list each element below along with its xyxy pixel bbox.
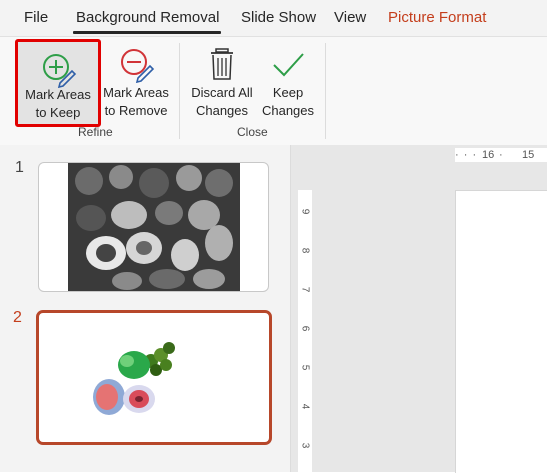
menu-bar: File Background Removal Slide Show View … — [0, 0, 547, 36]
mark-areas-to-remove-button[interactable]: Mark Areas to Remove — [100, 37, 172, 123]
tab-background-removal[interactable]: Background Removal — [76, 9, 219, 26]
ruler-label-16: 16 — [482, 149, 495, 161]
vruler-label-8: 8 — [299, 247, 311, 254]
mark-remove-label-line1: Mark Areas — [103, 85, 169, 100]
checkmark-icon — [273, 53, 304, 77]
mark-keep-label-line1: Mark Areas — [25, 87, 91, 102]
trash-icon — [211, 48, 233, 80]
ruler-ticks-left: · · · — [455, 149, 478, 161]
slide-thumbnail-pane: 1 2 — [0, 145, 290, 472]
tab-file[interactable]: File — [24, 9, 48, 26]
vruler-label-7: 7 — [299, 286, 311, 293]
slide-editing-area[interactable] — [455, 190, 547, 473]
vruler-label-5: 5 — [299, 364, 311, 371]
slide-thumbnail-1[interactable] — [38, 162, 269, 292]
close-group-label: Close — [237, 125, 268, 139]
keep-changes-button[interactable]: Keep Changes — [258, 37, 318, 123]
ribbon-separator — [179, 43, 180, 139]
active-tab-underline — [73, 31, 221, 34]
minus-circle-pen-icon — [121, 49, 155, 83]
fruit-cutout-image — [93, 342, 175, 415]
slide-number-active: 2 — [13, 309, 22, 326]
vruler-label-4: 4 — [299, 403, 311, 410]
vertical-ruler: 9 8 7 6 5 4 3 — [298, 190, 312, 472]
horizontal-ruler: · · · 16 · 15 — [455, 148, 547, 162]
mark-remove-label-line2: to Remove — [104, 103, 168, 118]
keep-label-line2: Changes — [261, 103, 315, 118]
vruler-label-9: 9 — [299, 208, 311, 215]
vruler-label-6: 6 — [299, 325, 311, 332]
vruler-label-3: 3 — [299, 442, 311, 449]
ruler-ticks-mid: · — [499, 149, 503, 161]
fruit-photo-grayscale — [68, 163, 240, 291]
refine-group-label: Refine — [78, 125, 113, 139]
tab-view[interactable]: View — [334, 9, 366, 26]
mark-keep-label-line2: to Keep — [35, 105, 81, 120]
ruler-label-15: 15 — [522, 149, 535, 161]
discard-label-line1: Discard All — [191, 85, 253, 100]
mark-areas-to-keep-button[interactable]: Mark Areas to Keep — [15, 39, 101, 127]
keep-label-line1: Keep — [272, 85, 304, 100]
slide-number: 1 — [15, 159, 24, 176]
plus-circle-pen-icon — [43, 54, 77, 88]
ribbon: Mark Areas to Keep Mark Areas to Remove … — [0, 36, 547, 146]
discard-label-line2: Changes — [195, 103, 249, 118]
tab-slide-show[interactable]: Slide Show — [241, 9, 316, 26]
tab-picture-format[interactable]: Picture Format — [388, 9, 486, 26]
ribbon-separator-end — [325, 43, 326, 139]
discard-all-changes-button[interactable]: Discard All Changes — [186, 37, 258, 123]
slide-thumbnail-2[interactable] — [36, 310, 272, 445]
